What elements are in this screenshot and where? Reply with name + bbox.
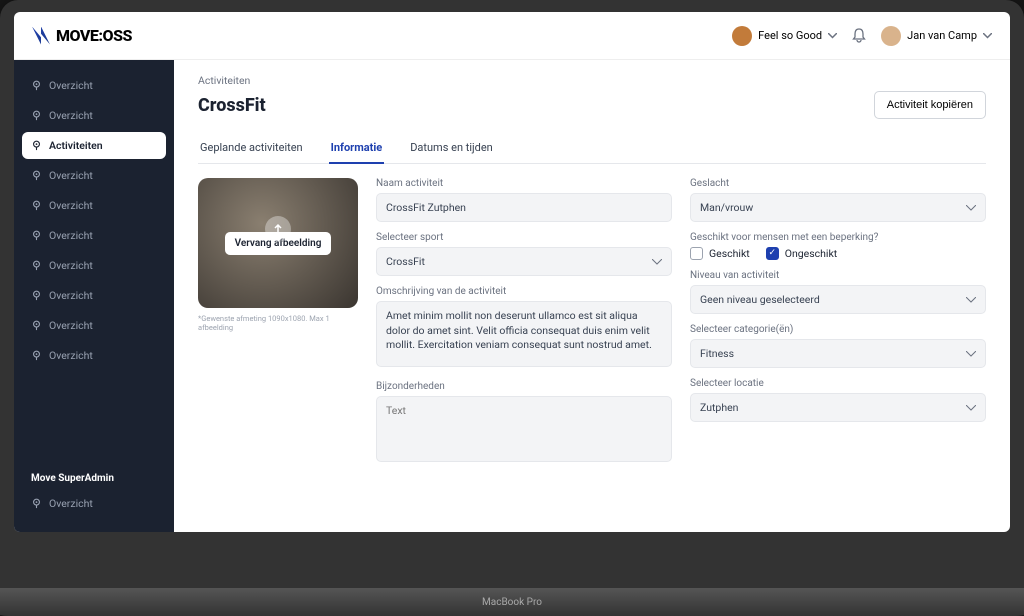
gender-label: Geslacht [690, 178, 986, 189]
level-label: Niveau van activiteit [690, 270, 986, 281]
user-avatar-icon [881, 26, 901, 46]
sidebar-item-label: Overzicht [49, 229, 93, 242]
sidebar-item-label: Activiteiten [49, 139, 103, 152]
suitability-label: Geschikt voor mensen met een beperking? [690, 232, 986, 243]
copy-activity-button[interactable]: Activiteit kopiëren [874, 91, 986, 119]
sidebar-item-label: Overzicht [49, 109, 93, 122]
activity-image: Vervang afbeelding [198, 178, 358, 308]
suitable-checkbox[interactable]: Geschikt [690, 247, 750, 260]
pin-icon [31, 140, 42, 151]
sidebar-admin-item-0[interactable]: Overzicht [22, 490, 166, 517]
special-textarea[interactable] [376, 396, 672, 462]
sidebar-item-9[interactable]: Overzicht [22, 342, 166, 369]
category-label: Selecteer categorie(ën) [690, 324, 986, 335]
topbar: MOVE:OSS Feel so Good Jan van Camp [14, 12, 1010, 60]
sidebar: Overzicht Overzicht Activiteiten Overzicht O… [14, 60, 174, 532]
sidebar-item-2[interactable]: Activiteiten [22, 132, 166, 159]
special-label: Bijzonderheden [376, 381, 672, 392]
sport-select[interactable]: CrossFit [376, 247, 672, 276]
suitable-label-text: Geschikt [709, 247, 750, 260]
pin-icon [31, 350, 42, 361]
logo: MOVE:OSS [32, 26, 132, 45]
sidebar-item-6[interactable]: Overzicht [22, 252, 166, 279]
sidebar-item-label: Overzicht [49, 289, 93, 302]
laptop-label: MacBook Pro [482, 597, 542, 608]
sidebar-section-label: Move SuperAdmin [22, 463, 166, 490]
notifications-icon[interactable] [851, 28, 867, 44]
sidebar-item-3[interactable]: Overzicht [22, 162, 166, 189]
sidebar-item-label: Overzicht [49, 497, 93, 510]
pin-icon [31, 170, 42, 181]
description-textarea[interactable] [376, 301, 672, 367]
pin-icon [31, 290, 42, 301]
laptop-base: MacBook Pro [0, 588, 1024, 616]
pin-icon [31, 260, 42, 271]
sidebar-item-8[interactable]: Overzicht [22, 312, 166, 339]
sidebar-item-label: Overzicht [49, 349, 93, 362]
checkbox-icon [690, 247, 703, 260]
upload-icon [265, 216, 291, 242]
chevron-down-icon [983, 33, 992, 39]
pin-icon [31, 320, 42, 331]
sidebar-item-label: Overzicht [49, 199, 93, 212]
brand-text: MOVE:OSS [56, 26, 132, 45]
sidebar-item-7[interactable]: Overzicht [22, 282, 166, 309]
pin-icon [31, 110, 42, 121]
sidebar-item-label: Overzicht [49, 259, 93, 272]
sidebar-item-label: Overzicht [49, 79, 93, 92]
category-select[interactable]: Fitness [690, 339, 986, 368]
unsuitable-label-text: Ongeschikt [785, 247, 838, 260]
sidebar-item-label: Overzicht [49, 319, 93, 332]
tab-2[interactable]: Datums en tijden [408, 133, 495, 163]
tab-0[interactable]: Geplande activiteiten [198, 133, 305, 163]
sport-label: Selecteer sport [376, 232, 672, 243]
sidebar-item-4[interactable]: Overzicht [22, 192, 166, 219]
page-title: CrossFit [198, 95, 266, 116]
description-label: Omschrijving van de activiteit [376, 286, 672, 297]
sidebar-item-1[interactable]: Overzicht [22, 102, 166, 129]
gender-select[interactable]: Man/vrouw [690, 193, 986, 222]
breadcrumb: Activiteiten [198, 74, 986, 87]
name-label: Naam activiteit [376, 178, 672, 189]
sidebar-item-5[interactable]: Overzicht [22, 222, 166, 249]
tabs: Geplande activiteiten Informatie Datums en… [198, 133, 986, 164]
sidebar-item-0[interactable]: Overzicht [22, 72, 166, 99]
main-content: Activiteiten CrossFit Activiteit kopiëre… [174, 60, 1010, 532]
location-select[interactable]: Zutphen [690, 393, 986, 422]
org-avatar-icon [732, 26, 752, 46]
user-name: Jan van Camp [907, 29, 977, 42]
location-label: Selecteer locatie [690, 378, 986, 389]
checkbox-checked-icon: ✓ [766, 247, 779, 260]
logo-mark-icon [32, 27, 50, 45]
sidebar-item-label: Overzicht [49, 169, 93, 182]
pin-icon [31, 230, 42, 241]
pin-icon [31, 200, 42, 211]
level-select[interactable]: Geen niveau geselecteerd [690, 285, 986, 314]
org-name: Feel so Good [758, 29, 822, 42]
image-caption: *Gewenste afmeting 1090x1080. Max 1 afbe… [198, 314, 358, 332]
tab-1[interactable]: Informatie [329, 133, 385, 164]
org-switcher[interactable]: Feel so Good [732, 26, 837, 46]
pin-icon [31, 498, 42, 509]
chevron-down-icon [828, 33, 837, 39]
pin-icon [31, 80, 42, 91]
user-menu[interactable]: Jan van Camp [881, 26, 992, 46]
name-input[interactable] [376, 193, 672, 222]
unsuitable-checkbox[interactable]: ✓ Ongeschikt [766, 247, 838, 260]
